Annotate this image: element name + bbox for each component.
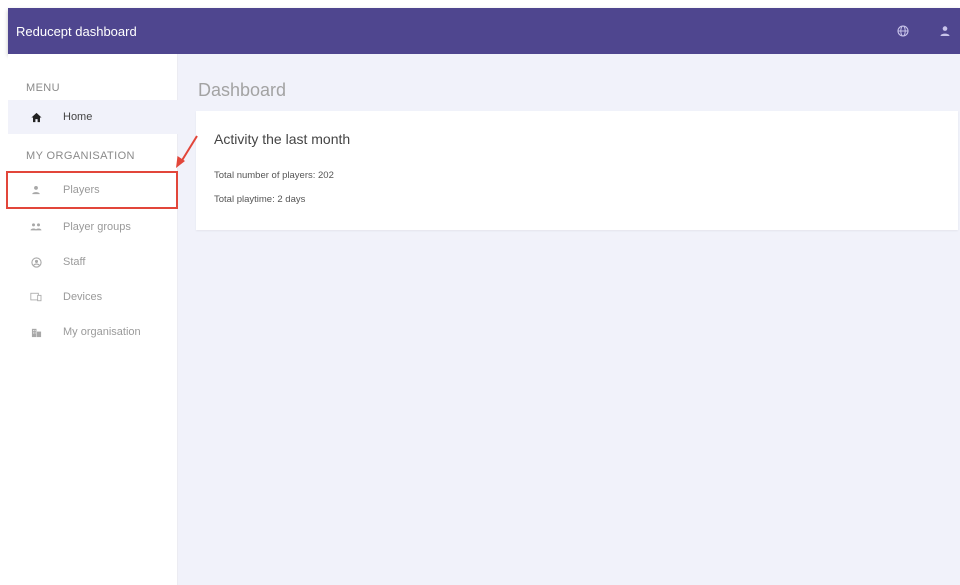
sidebar-item-label: Player groups xyxy=(63,221,131,233)
sidebar-item-home[interactable]: Home xyxy=(8,100,178,134)
total-players-stat: Total number of players: 202 xyxy=(214,170,334,181)
card-title: Activity the last month xyxy=(214,131,351,147)
sidebar-item-label: Home xyxy=(63,111,93,123)
globe-icon[interactable] xyxy=(896,24,910,38)
main-content: Dashboard Activity the last month Total … xyxy=(178,54,960,585)
app-title: Reducept dashboard xyxy=(16,23,137,39)
page-title: Dashboard xyxy=(198,80,287,100)
home-icon xyxy=(29,110,43,124)
sidebar-item-label: My organisation xyxy=(63,326,141,338)
sidebar: MENU Home MY ORGANISATION Players Player… xyxy=(8,54,178,585)
sidebar-item-staff[interactable]: Staff xyxy=(8,245,178,279)
person-icon xyxy=(29,183,43,197)
annotation-arrow-icon xyxy=(176,135,198,168)
sidebar-item-devices[interactable]: Devices xyxy=(8,280,178,314)
organisation-section-label: MY ORGANISATION xyxy=(26,150,135,162)
sidebar-item-label: Players xyxy=(63,184,100,196)
building-icon xyxy=(29,325,43,339)
activity-card: Activity the last month Total number of … xyxy=(196,111,958,230)
sidebar-item-label: Staff xyxy=(63,256,86,268)
group-icon xyxy=(29,220,43,234)
menu-section-label: MENU xyxy=(26,82,60,94)
sidebar-item-player-groups[interactable]: Player groups xyxy=(8,210,178,244)
app-bar: Reducept dashboard xyxy=(8,8,960,54)
total-playtime-stat: Total playtime: 2 days xyxy=(214,194,306,205)
account-circle-icon xyxy=(29,255,43,269)
user-icon[interactable] xyxy=(938,24,952,38)
sidebar-item-players[interactable]: Players xyxy=(8,173,178,207)
sidebar-item-my-organisation[interactable]: My organisation xyxy=(8,315,178,349)
devices-icon xyxy=(29,290,43,304)
sidebar-item-label: Devices xyxy=(63,291,103,303)
app-bar-actions xyxy=(896,24,960,38)
